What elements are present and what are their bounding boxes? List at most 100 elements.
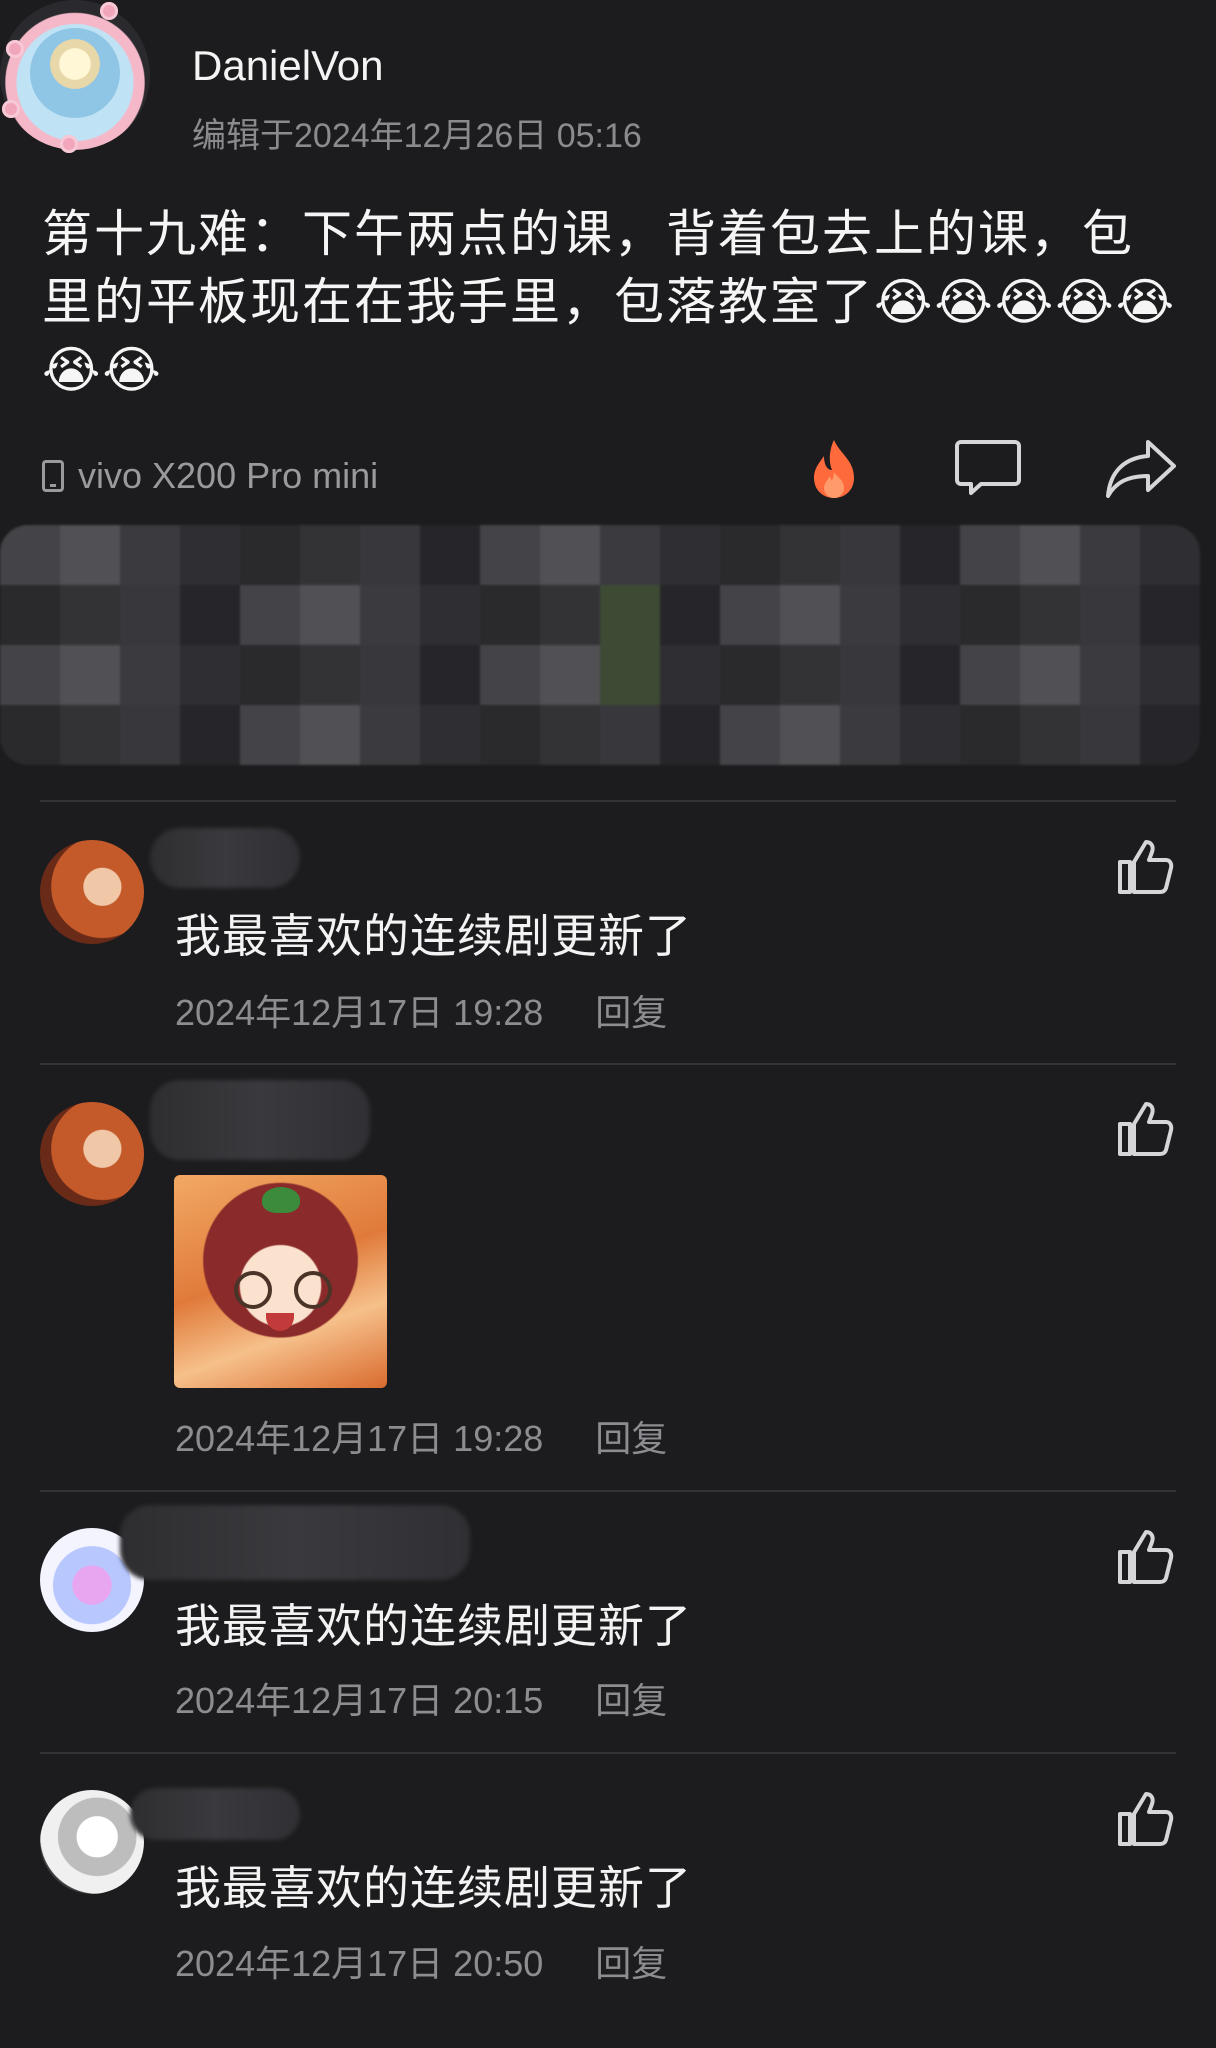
- flower-decoration: [2, 100, 20, 118]
- reply-button[interactable]: 回复: [595, 1680, 667, 1721]
- device-name: vivo X200 Pro mini: [78, 455, 379, 496]
- comment-text: 我最喜欢的连续剧更新了: [175, 1599, 692, 1653]
- mosaic-tile: [480, 645, 540, 705]
- mosaic-tile: [420, 645, 480, 705]
- mosaic-tile: [600, 585, 660, 645]
- flower-decoration: [60, 135, 78, 153]
- mosaic-tile: [240, 705, 300, 765]
- mosaic-tile: [660, 645, 720, 705]
- mosaic-tile: [360, 645, 420, 705]
- mosaic-tile: [540, 645, 600, 705]
- mosaic-tile: [840, 585, 900, 645]
- mosaic-tile: [120, 705, 180, 765]
- mosaic-tile: [1140, 585, 1200, 645]
- thumbs-up-icon[interactable]: [1116, 1790, 1174, 1848]
- post-body: 第十九难：下午两点的课，背着包去上的课，包里的平板现在在我手里，包落教室了😭😭😭…: [42, 205, 1177, 399]
- mosaic-tile: [480, 525, 540, 585]
- author-name[interactable]: DanielVon: [192, 42, 383, 90]
- avatar-image: [30, 28, 120, 118]
- mosaic-tile: [120, 585, 180, 645]
- mosaic-tile: [660, 525, 720, 585]
- reply-button[interactable]: 回复: [595, 1418, 667, 1459]
- mosaic-tile: [780, 645, 840, 705]
- mosaic-tile: [1140, 705, 1200, 765]
- phone-icon: [42, 460, 64, 492]
- comment-time: 2024年12月17日 20:15: [175, 1680, 544, 1721]
- mosaic-tile: [1020, 525, 1080, 585]
- mosaic-tile: [960, 585, 1020, 645]
- glasses-lens: [294, 1271, 332, 1309]
- device-info: vivo X200 Pro mini: [42, 455, 378, 497]
- mosaic-tile: [240, 585, 300, 645]
- mosaic-tile: [60, 585, 120, 645]
- mosaic-tile: [840, 645, 900, 705]
- mosaic-tile: [540, 705, 600, 765]
- commenter-name-blurred: [130, 1788, 300, 1840]
- commenter-avatar[interactable]: [40, 1790, 144, 1894]
- mosaic-tile: [60, 705, 120, 765]
- mouth: [266, 1313, 294, 1331]
- comment-time: 2024年12月17日 19:28: [175, 1418, 544, 1459]
- mosaic-tile: [960, 705, 1020, 765]
- comment-meta: 2024年12月17日 19:28 回复: [175, 1410, 667, 1462]
- comment-text: 我最喜欢的连续剧更新了: [175, 909, 692, 963]
- divider: [40, 1063, 1176, 1065]
- mosaic-blur-region: [0, 525, 1200, 765]
- comment-meta: 2024年12月17日 20:50 回复: [175, 1935, 667, 1987]
- mosaic-tile: [180, 705, 240, 765]
- fire-icon[interactable]: [810, 438, 858, 500]
- mosaic-tile: [780, 585, 840, 645]
- mosaic-tile: [1020, 645, 1080, 705]
- flower-decoration: [6, 40, 24, 58]
- commenter-avatar[interactable]: [40, 1102, 144, 1206]
- mosaic-tile: [840, 525, 900, 585]
- author-avatar[interactable]: [0, 0, 150, 153]
- mosaic-tile: [480, 585, 540, 645]
- commenter-name-blurred: [150, 828, 300, 888]
- mosaic-tile: [180, 585, 240, 645]
- divider: [40, 1752, 1176, 1754]
- sticker-image[interactable]: [174, 1175, 387, 1388]
- mosaic-tile: [60, 645, 120, 705]
- thumbs-up-icon[interactable]: [1116, 838, 1174, 896]
- mosaic-tile: [1140, 645, 1200, 705]
- mosaic-tile: [360, 585, 420, 645]
- mosaic-tile: [600, 705, 660, 765]
- mosaic-tile: [1080, 645, 1140, 705]
- mosaic-tile: [180, 525, 240, 585]
- mosaic-tile: [0, 585, 60, 645]
- mosaic-tile: [1080, 585, 1140, 645]
- comment-meta: 2024年12月17日 19:28 回复: [175, 984, 667, 1036]
- thumbs-up-icon[interactable]: [1116, 1100, 1174, 1158]
- mosaic-tile: [960, 645, 1020, 705]
- mosaic-tile: [1020, 585, 1080, 645]
- thumbs-up-icon[interactable]: [1116, 1528, 1174, 1586]
- edit-timestamp: 编辑于2024年12月26日 05:16: [192, 117, 642, 155]
- mosaic-tile: [420, 705, 480, 765]
- comment-meta: 2024年12月17日 20:15 回复: [175, 1672, 667, 1724]
- commenter-avatar[interactable]: [40, 840, 144, 944]
- mosaic-tile: [660, 705, 720, 765]
- mosaic-tile: [720, 705, 780, 765]
- mosaic-tile: [720, 585, 780, 645]
- mosaic-tile: [360, 705, 420, 765]
- mosaic-tile: [300, 645, 360, 705]
- mosaic-tile: [900, 525, 960, 585]
- mosaic-tile: [900, 705, 960, 765]
- mosaic-tile: [1140, 525, 1200, 585]
- mosaic-tile: [1020, 705, 1080, 765]
- reply-button[interactable]: 回复: [595, 992, 667, 1033]
- mosaic-tile: [780, 525, 840, 585]
- mosaic-tile: [240, 525, 300, 585]
- mosaic-tile: [0, 645, 60, 705]
- flower-decoration: [100, 2, 118, 20]
- share-icon[interactable]: [1104, 438, 1178, 500]
- mosaic-tile: [420, 525, 480, 585]
- mosaic-tile: [0, 525, 60, 585]
- comment-icon[interactable]: [955, 438, 1021, 496]
- divider: [40, 800, 1176, 802]
- reply-button[interactable]: 回复: [595, 1943, 667, 1984]
- mosaic-tile: [120, 525, 180, 585]
- mosaic-tile: [1080, 705, 1140, 765]
- leaf-decoration: [262, 1187, 300, 1213]
